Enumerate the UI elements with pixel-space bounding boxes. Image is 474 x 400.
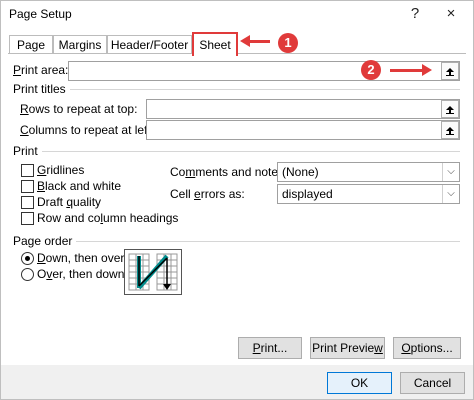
down-then-over-label: Down, then over — [37, 251, 125, 265]
print-heading: Print — [13, 144, 42, 158]
rows-repeat-collapse-icon[interactable] — [441, 100, 459, 118]
gridlines-checkbox[interactable] — [21, 164, 34, 177]
over-then-down-radio[interactable] — [21, 268, 34, 281]
rows-repeat-label: Rows to repeat at top: — [20, 102, 138, 116]
dialog-title: Page Setup — [9, 7, 72, 21]
row-col-headings-checkbox[interactable] — [21, 212, 34, 225]
rows-repeat-input[interactable] — [146, 99, 460, 119]
down-then-over-radio[interactable] — [21, 252, 34, 265]
cols-repeat-input[interactable] — [146, 120, 460, 140]
cell-errors-label: Cell errors as: — [170, 187, 245, 201]
page-order-preview — [124, 249, 182, 295]
black-white-checkbox[interactable] — [21, 180, 34, 193]
options-button[interactable]: Options... — [393, 337, 461, 359]
close-button[interactable]: × — [438, 3, 464, 25]
cancel-button[interactable]: Cancel — [400, 372, 465, 394]
draft-quality-label: Draft quality — [37, 195, 102, 209]
gridlines-label: Gridlines — [37, 163, 85, 177]
annotation-arrow-1 — [240, 35, 270, 47]
page-order-preview-icon — [128, 253, 178, 291]
row-col-headings-label: Row and column headings — [37, 211, 179, 225]
draft-quality-checkbox[interactable] — [21, 196, 34, 209]
comments-value: (None) — [282, 165, 319, 179]
print-area-collapse-icon[interactable] — [441, 62, 459, 80]
cols-repeat-collapse-icon[interactable] — [441, 121, 459, 139]
cell-errors-select[interactable]: displayed ⌵ — [277, 184, 460, 204]
comments-select[interactable]: (None) ⌵ — [277, 162, 460, 182]
print-titles-heading: Print titles — [13, 82, 70, 96]
annotation-arrow-2 — [390, 64, 432, 76]
cell-errors-value: displayed — [282, 187, 333, 201]
black-white-label: Black and white — [37, 179, 122, 193]
tab-header-footer[interactable]: Header/Footer — [107, 35, 192, 54]
over-then-down-label: Over, then down — [37, 267, 125, 281]
tab-page[interactable]: Page — [9, 35, 53, 54]
annotation-marker-1: 1 — [278, 33, 298, 53]
print-area-label: Print area: — [13, 63, 69, 77]
help-button[interactable]: ? — [402, 3, 428, 25]
chevron-down-icon: ⌵ — [442, 163, 459, 181]
chevron-down-icon: ⌵ — [442, 185, 459, 203]
annotation-marker-2: 2 — [361, 60, 381, 80]
tab-margins[interactable]: Margins — [53, 35, 107, 54]
comments-label: Comments and notes: — [170, 165, 288, 179]
print-button[interactable]: Print... — [238, 337, 302, 359]
tab-sheet[interactable]: Sheet — [192, 32, 238, 56]
ok-button[interactable]: OK — [327, 372, 392, 394]
cols-repeat-label: Columns to repeat at left: — [20, 123, 155, 137]
page-order-heading: Page order — [13, 234, 77, 248]
print-preview-button[interactable]: Print Preview — [310, 337, 385, 359]
